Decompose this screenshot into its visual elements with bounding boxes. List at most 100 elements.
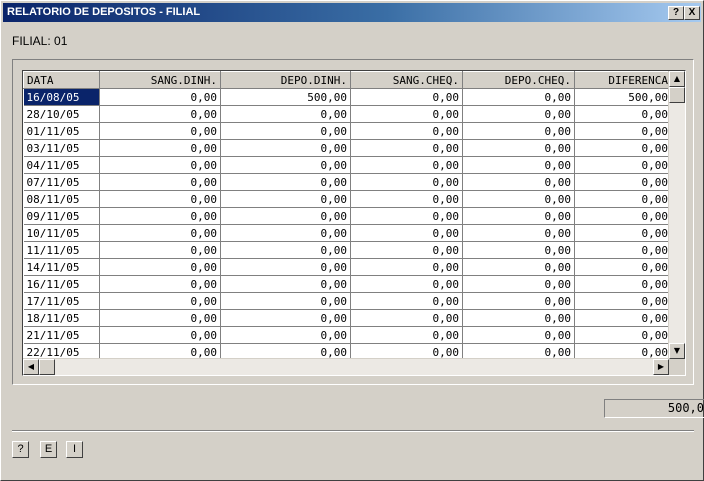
table-cell: 09/11/05 [23, 207, 100, 225]
filial-label: FILIAL: 01 [12, 34, 68, 48]
total-field: 500,0 [604, 399, 704, 418]
table-cell: 0,00 [350, 88, 463, 106]
table-cell: 0,00 [220, 224, 351, 242]
table-cell: 0,00 [99, 139, 221, 157]
table-cell: 0,00 [220, 326, 351, 344]
horizontal-scrollbar[interactable]: ◀ ▶ [23, 358, 669, 375]
table-cell: 0,00 [350, 241, 463, 259]
deposits-grid[interactable]: DATA SANG.DINH. DEPO.DINH. SANG.CHEQ. DEPO.C… [22, 70, 686, 376]
table-cell: 0,00 [462, 88, 575, 106]
table-cell: 0,00 [462, 258, 575, 276]
table-cell: 0,00 [99, 207, 221, 225]
table-cell: 0,00 [574, 326, 672, 344]
vertical-scroll-thumb[interactable] [669, 87, 685, 103]
table-cell: 0,00 [350, 224, 463, 242]
table-cell: 0,00 [462, 224, 575, 242]
column-header[interactable]: SANG.CHEQ. [350, 71, 463, 89]
table-row[interactable]: 17/11/05 0,00 0,00 0,00 0,00 0,00 [23, 292, 672, 310]
table-cell: 0,00 [99, 275, 221, 293]
table-cell: 0,00 [99, 156, 221, 174]
table-cell: 0,00 [350, 309, 463, 327]
table-cell: 0,00 [350, 156, 463, 174]
table-row[interactable]: 11/11/05 0,00 0,00 0,00 0,00 0,00 [23, 241, 672, 259]
column-header[interactable]: DATA [23, 71, 100, 89]
table-cell: 04/11/05 [23, 156, 100, 174]
table-cell: 0,00 [462, 156, 575, 174]
close-button[interactable]: X [684, 6, 700, 20]
table-row[interactable]: 21/11/05 0,00 0,00 0,00 0,00 0,00 [23, 326, 672, 344]
table-row[interactable]: 18/11/05 0,00 0,00 0,00 0,00 0,00 [23, 309, 672, 327]
table-cell: 0,00 [99, 241, 221, 259]
table-row[interactable]: 03/11/05 0,00 0,00 0,00 0,00 0,00 [23, 139, 672, 157]
table-cell: 0,00 [350, 326, 463, 344]
table-cell: 0,00 [462, 292, 575, 310]
table-cell: 21/11/05 [23, 326, 100, 344]
deposits-table: DATA SANG.DINH. DEPO.DINH. SANG.CHEQ. DEPO.C… [23, 71, 672, 361]
table-cell: 0,00 [574, 224, 672, 242]
horizontal-scroll-thumb[interactable] [39, 359, 55, 375]
table-cell: 0,00 [574, 258, 672, 276]
table-cell: 0,00 [574, 139, 672, 157]
table-cell: 0,00 [350, 122, 463, 140]
table-cell: 0,00 [574, 122, 672, 140]
table-cell: 17/11/05 [23, 292, 100, 310]
table-cell: 0,00 [99, 309, 221, 327]
table-row[interactable]: 01/11/05 0,00 0,00 0,00 0,00 0,00 [23, 122, 672, 140]
table-row[interactable]: 08/11/05 0,00 0,00 0,00 0,00 0,00 [23, 190, 672, 208]
table-cell: 0,00 [99, 326, 221, 344]
table-cell: 07/11/05 [23, 173, 100, 191]
table-cell: 0,00 [350, 190, 463, 208]
table-row[interactable]: 07/11/05 0,00 0,00 0,00 0,00 0,00 [23, 173, 672, 191]
title-bar[interactable]: RELATORIO DE DEPOSITOS - FILIAL ? X [3, 3, 701, 22]
table-cell: 0,00 [574, 190, 672, 208]
table-row[interactable]: 04/11/05 0,00 0,00 0,00 0,00 0,00 [23, 156, 672, 174]
column-header[interactable]: DEPO.CHEQ. [462, 71, 575, 89]
table-cell: 0,00 [99, 292, 221, 310]
table-cell: 18/11/05 [23, 309, 100, 327]
table-row[interactable]: 14/11/05 0,00 0,00 0,00 0,00 0,00 [23, 258, 672, 276]
table-cell: 0,00 [462, 190, 575, 208]
help-title-button[interactable]: ? [668, 6, 684, 20]
report-window: RELATORIO DE DEPOSITOS - FILIAL ? X FILI… [0, 0, 704, 481]
table-cell: 0,00 [350, 139, 463, 157]
scroll-down-icon[interactable]: ▼ [669, 343, 685, 359]
table-cell: 0,00 [574, 241, 672, 259]
table-row[interactable]: 10/11/05 0,00 0,00 0,00 0,00 0,00 [23, 224, 672, 242]
vertical-scrollbar[interactable]: ▲ ▼ [668, 71, 685, 359]
table-cell: 0,00 [220, 173, 351, 191]
column-header[interactable]: DIFERENCA [574, 71, 672, 89]
table-cell: 0,00 [462, 139, 575, 157]
table-cell: 0,00 [462, 326, 575, 344]
grid-panel: DATA SANG.DINH. DEPO.DINH. SANG.CHEQ. DEPO.C… [12, 59, 694, 385]
table-cell: 0,00 [220, 258, 351, 276]
table-row[interactable]: 16/08/05 0,00 500,00 0,00 0,00 500,00 [23, 88, 672, 106]
table-cell: 0,00 [350, 207, 463, 225]
e-button[interactable]: E [40, 441, 57, 458]
table-cell: 16/08/05 [23, 88, 100, 106]
table-cell: 0,00 [462, 275, 575, 293]
column-header[interactable]: SANG.DINH. [99, 71, 221, 89]
table-cell: 0,00 [574, 173, 672, 191]
table-cell: 0,00 [99, 173, 221, 191]
table-cell: 14/11/05 [23, 258, 100, 276]
window-title: RELATORIO DE DEPOSITOS - FILIAL [7, 6, 201, 18]
table-cell: 0,00 [99, 224, 221, 242]
table-cell: 500,00 [574, 88, 672, 106]
table-cell: 0,00 [462, 105, 575, 123]
table-row[interactable]: 16/11/05 0,00 0,00 0,00 0,00 0,00 [23, 275, 672, 293]
table-row[interactable]: 28/10/05 0,00 0,00 0,00 0,00 0,00 [23, 105, 672, 123]
table-cell: 0,00 [220, 241, 351, 259]
table-cell: 0,00 [462, 241, 575, 259]
help-button[interactable]: ? [12, 441, 29, 458]
scroll-left-icon[interactable]: ◀ [23, 359, 39, 375]
column-header[interactable]: DEPO.DINH. [220, 71, 351, 89]
i-button[interactable]: I [66, 441, 83, 458]
table-cell: 0,00 [574, 207, 672, 225]
table-cell: 0,00 [462, 122, 575, 140]
table-cell: 0,00 [462, 173, 575, 191]
scroll-right-icon[interactable]: ▶ [653, 359, 669, 375]
table-cell: 0,00 [574, 275, 672, 293]
scroll-up-icon[interactable]: ▲ [669, 71, 685, 87]
table-row[interactable]: 09/11/05 0,00 0,00 0,00 0,00 0,00 [23, 207, 672, 225]
scroll-corner [669, 359, 685, 375]
